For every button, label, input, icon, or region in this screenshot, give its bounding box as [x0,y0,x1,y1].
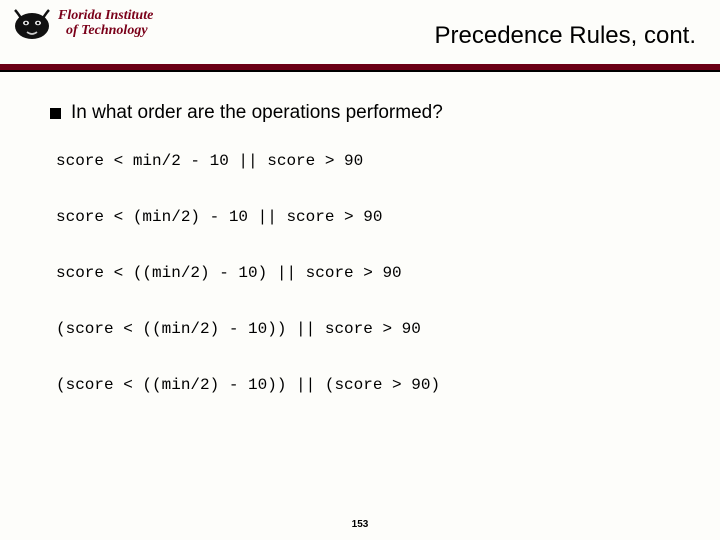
page-title: Precedence Rules, cont. [435,22,696,50]
accent-bar [0,64,720,70]
header: Florida Institute of Technology Preceden… [0,0,720,64]
code-line: score < (min/2) - 10 || score > 90 [56,208,670,226]
code-line: (score < ((min/2) - 10)) || score > 90 [56,320,670,338]
bullet-item: In what order are the operations perform… [50,102,670,124]
logo-line2: of Technology [58,24,153,39]
logo-text: Florida Institute of Technology [58,9,153,38]
page-number: 153 [0,519,720,530]
code-line: (score < ((min/2) - 10)) || (score > 90) [56,376,670,394]
code-line: score < min/2 - 10 || score > 90 [56,152,670,170]
logo-line1: Florida Institute [58,9,153,24]
bullet-text: In what order are the operations perform… [71,102,443,124]
logo: Florida Institute of Technology [12,4,153,44]
square-bullet-icon [50,108,61,119]
content: In what order are the operations perform… [0,72,720,394]
code-line: score < ((min/2) - 10) || score > 90 [56,264,670,282]
panther-icon [12,4,54,44]
